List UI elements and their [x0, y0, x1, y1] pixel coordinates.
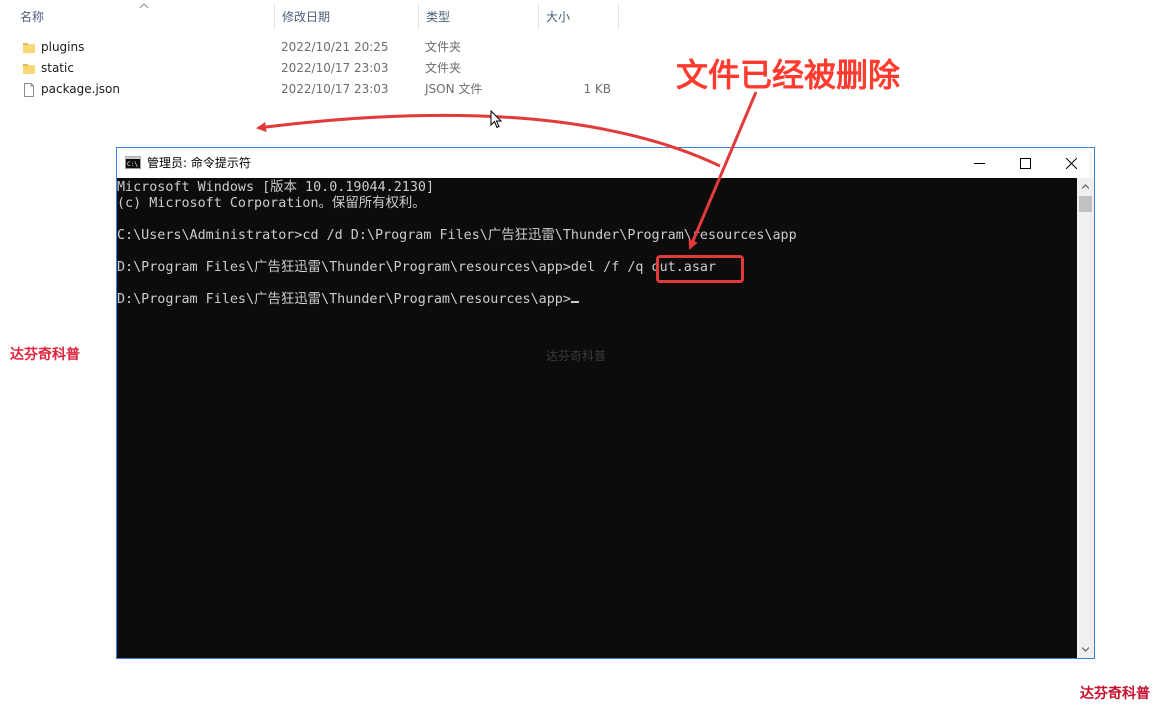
- annotation-label: 文件已经被删除: [676, 56, 901, 94]
- file-type: JSON 文件: [425, 82, 483, 96]
- file-name: plugins: [41, 40, 85, 54]
- console-output[interactable]: Microsoft Windows [版本 10.0.19044.2130] (…: [117, 178, 1077, 658]
- console-line: D:\Program Files\广告狂迅雷\Thunder\Program\r…: [117, 260, 717, 275]
- column-header-size[interactable]: 大小: [538, 0, 618, 34]
- folder-icon: [23, 64, 35, 74]
- file-type: 文件夹: [425, 40, 462, 54]
- column-header-date[interactable]: 修改日期: [274, 0, 418, 34]
- file-date: 2022/10/17 23:03: [281, 82, 389, 96]
- file-type: 文件夹: [425, 61, 462, 75]
- file-size: 1 KB: [583, 82, 611, 96]
- scroll-down-button[interactable]: [1077, 641, 1094, 658]
- annotation-highlight-box: [656, 255, 744, 283]
- chevron-down-icon: [1082, 647, 1089, 652]
- column-header-name[interactable]: 名称: [12, 0, 274, 34]
- maximize-button[interactable]: [1002, 148, 1048, 178]
- vertical-scrollbar[interactable]: [1077, 178, 1094, 658]
- console-prompt: D:\Program Files\广告狂迅雷\Thunder\Program\r…: [117, 292, 571, 307]
- watermark: 达芬奇科普: [10, 347, 80, 363]
- console-line: Microsoft Windows [版本 10.0.19044.2130]: [117, 180, 435, 195]
- svg-text:C:\: C:\: [127, 161, 138, 168]
- console-line: (c) Microsoft Corporation。保留所有权利。: [117, 196, 426, 211]
- file-row-package-json[interactable]: package.json 2022/10/17 23:03 JSON 文件 1 …: [0, 79, 640, 100]
- column-header-type[interactable]: 类型: [418, 0, 538, 34]
- text-cursor: [570, 301, 579, 303]
- file-name: package.json: [41, 82, 121, 96]
- close-button[interactable]: [1048, 148, 1094, 178]
- file-date: 2022/10/17 23:03: [281, 61, 389, 75]
- folder-icon: [23, 43, 35, 53]
- scroll-thumb[interactable]: [1079, 196, 1092, 212]
- console-prompt-line[interactable]: D:\Program Files\广告狂迅雷\Thunder\Program\r…: [117, 292, 1077, 308]
- watermark: 达芬奇科普: [546, 349, 607, 363]
- column-header-row: 名称 修改日期 类型 大小: [0, 0, 1171, 34]
- file-row-plugins[interactable]: plugins 2022/10/21 20:25 文件夹: [0, 37, 640, 58]
- minimize-button[interactable]: [956, 148, 1002, 178]
- file-date: 2022/10/21 20:25: [281, 40, 389, 54]
- column-divider[interactable]: [618, 4, 619, 30]
- window-titlebar[interactable]: C:\ 管理员: 命令提示符: [117, 148, 1094, 178]
- minimize-icon: [973, 162, 985, 164]
- window-title: 管理员: 命令提示符: [147, 156, 251, 170]
- file-row-static[interactable]: static 2022/10/17 23:03 文件夹: [0, 58, 640, 79]
- watermark: 达芬奇科普: [1080, 686, 1150, 702]
- console-line: C:\Users\Administrator>cd /d D:\Program …: [117, 228, 797, 243]
- mouse-pointer-icon: [490, 110, 503, 129]
- cmd-app-icon[interactable]: C:\: [125, 156, 141, 169]
- chevron-up-icon: [1082, 184, 1089, 189]
- scroll-up-button[interactable]: [1077, 178, 1094, 195]
- file-icon: [24, 83, 34, 97]
- command-prompt-window[interactable]: C:\ 管理员: 命令提示符 Microsoft Windows [版本 10.…: [116, 147, 1095, 659]
- file-name: static: [41, 61, 74, 75]
- maximize-icon: [1019, 157, 1031, 169]
- close-icon: [1065, 157, 1077, 169]
